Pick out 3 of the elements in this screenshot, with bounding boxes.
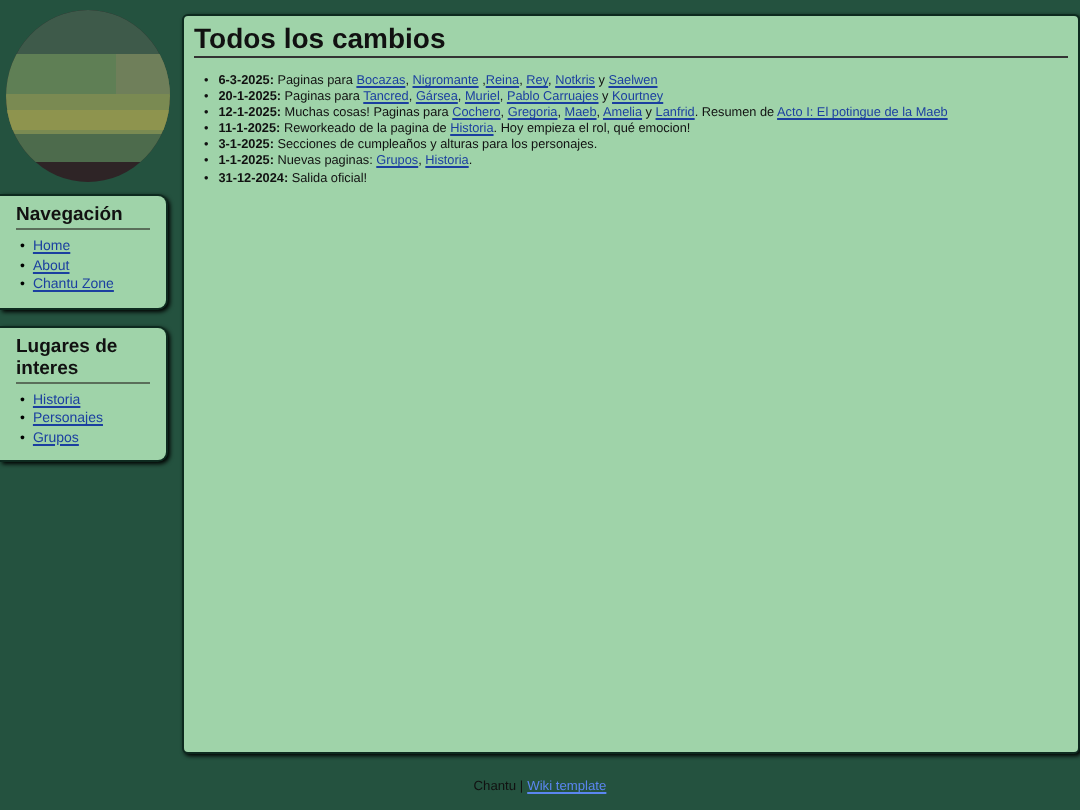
box-title: Navegación	[16, 204, 150, 230]
box-title: Lugares de interes	[16, 335, 150, 383]
page-title: Todos los cambios	[194, 22, 1068, 58]
